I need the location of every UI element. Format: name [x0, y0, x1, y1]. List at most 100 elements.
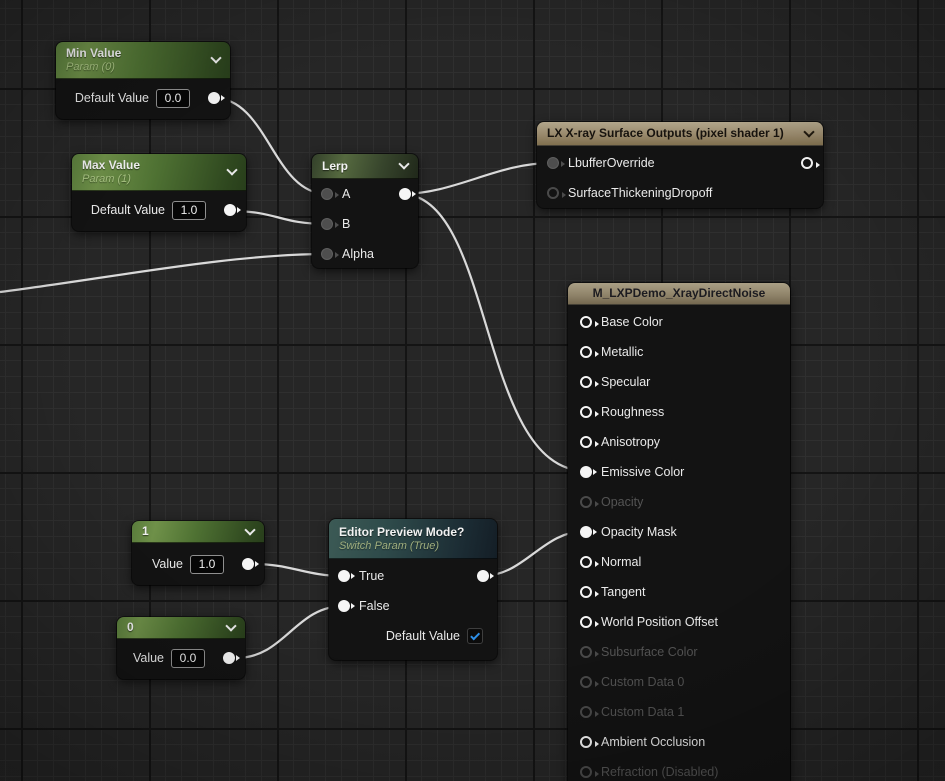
value-label: Value: [152, 557, 183, 571]
material-pin-row: Emissive Color: [568, 457, 790, 487]
node-switch-editor-preview[interactable]: Editor Preview Mode? Switch Param (True)…: [329, 519, 497, 660]
pin-custom-data-1: [580, 706, 592, 718]
default-value-input[interactable]: 0.0: [156, 89, 190, 108]
surfacethickeningdropoff-label: SurfaceThickeningDropoff: [568, 186, 712, 200]
material-pin-row: Specular: [568, 367, 790, 397]
chevron-down-icon[interactable]: [803, 126, 814, 137]
lx-output-pin[interactable]: [801, 157, 813, 169]
lerp-input-a-pin[interactable]: [321, 188, 333, 200]
checkmark-icon: [470, 630, 480, 640]
default-value-label: Default Value: [75, 91, 149, 105]
material-pin-row: Refraction (Disabled): [568, 757, 790, 781]
node-material-header[interactable]: M_LXPDemo_XrayDirectNoise: [568, 283, 790, 305]
pin-emissive-color[interactable]: [580, 466, 592, 478]
lerp-input-alpha-pin[interactable]: [321, 248, 333, 260]
node-constant-0-header[interactable]: 0: [117, 617, 245, 639]
node-title: Editor Preview Mode?: [339, 525, 487, 540]
switch-false-label: False: [359, 599, 390, 613]
output-pin[interactable]: [223, 652, 235, 664]
lerp-input-a-label: A: [342, 187, 350, 201]
pin-refraction: [580, 766, 592, 778]
wire-offscreen-to-lerp-alpha[interactable]: [0, 254, 327, 292]
chevron-down-icon[interactable]: [225, 620, 236, 631]
output-pin[interactable]: [208, 92, 220, 104]
default-value-input[interactable]: 1.0: [172, 201, 206, 220]
value-label: Value: [133, 651, 164, 665]
value-input[interactable]: 0.0: [171, 649, 205, 668]
pin-normal[interactable]: [580, 556, 592, 568]
switch-true-pin[interactable]: [338, 570, 350, 582]
pin-tangent[interactable]: [580, 586, 592, 598]
material-pin-row: Subsurface Color: [568, 637, 790, 667]
node-lerp[interactable]: Lerp A B Alpha: [312, 154, 418, 268]
pin-roughness[interactable]: [580, 406, 592, 418]
pin-custom-data-0: [580, 676, 592, 688]
material-pin-row: Base Color: [568, 307, 790, 337]
node-title: LX X-ray Surface Outputs (pixel shader 1…: [547, 126, 797, 141]
output-pin[interactable]: [224, 204, 236, 216]
material-pin-row: Anisotropy: [568, 427, 790, 457]
node-subtitle: Param (0): [66, 61, 204, 74]
material-pin-row: Normal: [568, 547, 790, 577]
pin-ambient-occlusion[interactable]: [580, 736, 592, 748]
material-pin-row: Opacity Mask: [568, 517, 790, 547]
node-title: Max Value: [82, 158, 220, 173]
material-pin-row: Ambient Occlusion: [568, 727, 790, 757]
chevron-down-icon[interactable]: [226, 164, 237, 175]
node-subtitle: Switch Param (True): [339, 540, 487, 553]
node-constant-1[interactable]: 1 Value 1.0: [132, 521, 264, 585]
output-pin[interactable]: [242, 558, 254, 570]
pin-opacity: [580, 496, 592, 508]
wire-lerp-to-emissive-color[interactable]: [401, 194, 586, 471]
material-graph-canvas[interactable]: Min Value Param (0) Default Value 0.0 Ma…: [0, 0, 945, 781]
material-pin-row: Custom Data 0: [568, 667, 790, 697]
lerp-input-b-pin[interactable]: [321, 218, 333, 230]
switch-output-pin[interactable]: [477, 570, 489, 582]
lbufferoverride-pin[interactable]: [547, 157, 559, 169]
node-title: M_LXPDemo_XrayDirectNoise: [593, 286, 766, 301]
default-value-checkbox[interactable]: [467, 628, 483, 644]
node-title: 1: [142, 524, 238, 539]
node-material-output[interactable]: M_LXPDemo_XrayDirectNoise Base Color Met…: [568, 283, 790, 781]
pin-opacity-mask[interactable]: [580, 526, 592, 538]
node-constant-1-header[interactable]: 1: [132, 521, 264, 543]
lbufferoverride-label: LbufferOverride: [568, 156, 655, 170]
material-pin-row: Roughness: [568, 397, 790, 427]
chevron-down-icon[interactable]: [244, 524, 255, 535]
material-pin-row: Opacity: [568, 487, 790, 517]
pin-anisotropy[interactable]: [580, 436, 592, 448]
material-pin-row: World Position Offset: [568, 607, 790, 637]
material-pin-row: Custom Data 1: [568, 697, 790, 727]
wire-lerp-to-lbufferoverride[interactable]: [401, 163, 551, 194]
pin-base-color[interactable]: [580, 316, 592, 328]
node-max-value[interactable]: Max Value Param (1) Default Value 1.0: [72, 154, 246, 231]
lerp-output-pin[interactable]: [399, 188, 411, 200]
chevron-down-icon[interactable]: [398, 158, 409, 169]
node-switch-header[interactable]: Editor Preview Mode? Switch Param (True): [329, 519, 497, 559]
pin-specular[interactable]: [580, 376, 592, 388]
chevron-down-icon[interactable]: [210, 52, 221, 63]
pin-subsurface-color: [580, 646, 592, 658]
node-subtitle: Param (1): [82, 173, 220, 186]
node-lx-header[interactable]: LX X-ray Surface Outputs (pixel shader 1…: [537, 122, 823, 146]
surfacethickeningdropoff-pin[interactable]: [547, 187, 559, 199]
pin-metallic[interactable]: [580, 346, 592, 358]
value-input[interactable]: 1.0: [190, 555, 224, 574]
node-title: 0: [127, 620, 219, 635]
node-lerp-header[interactable]: Lerp: [312, 154, 418, 179]
default-value-label: Default Value: [91, 203, 165, 217]
node-min-value[interactable]: Min Value Param (0) Default Value 0.0: [56, 42, 230, 119]
wire-zero-to-false[interactable]: [236, 606, 344, 658]
node-lx-xray-surface-outputs[interactable]: LX X-ray Surface Outputs (pixel shader 1…: [537, 122, 823, 208]
switch-false-pin[interactable]: [338, 600, 350, 612]
node-max-value-header[interactable]: Max Value Param (1): [72, 154, 246, 191]
lerp-input-alpha-label: Alpha: [342, 247, 374, 261]
node-min-value-header[interactable]: Min Value Param (0): [56, 42, 230, 79]
node-title: Min Value: [66, 46, 204, 61]
node-constant-0[interactable]: 0 Value 0.0: [117, 617, 245, 679]
switch-true-label: True: [359, 569, 384, 583]
material-pin-row: Tangent: [568, 577, 790, 607]
switch-default-label: Default Value: [386, 629, 460, 643]
material-pin-row: Metallic: [568, 337, 790, 367]
pin-world-position-offset[interactable]: [580, 616, 592, 628]
